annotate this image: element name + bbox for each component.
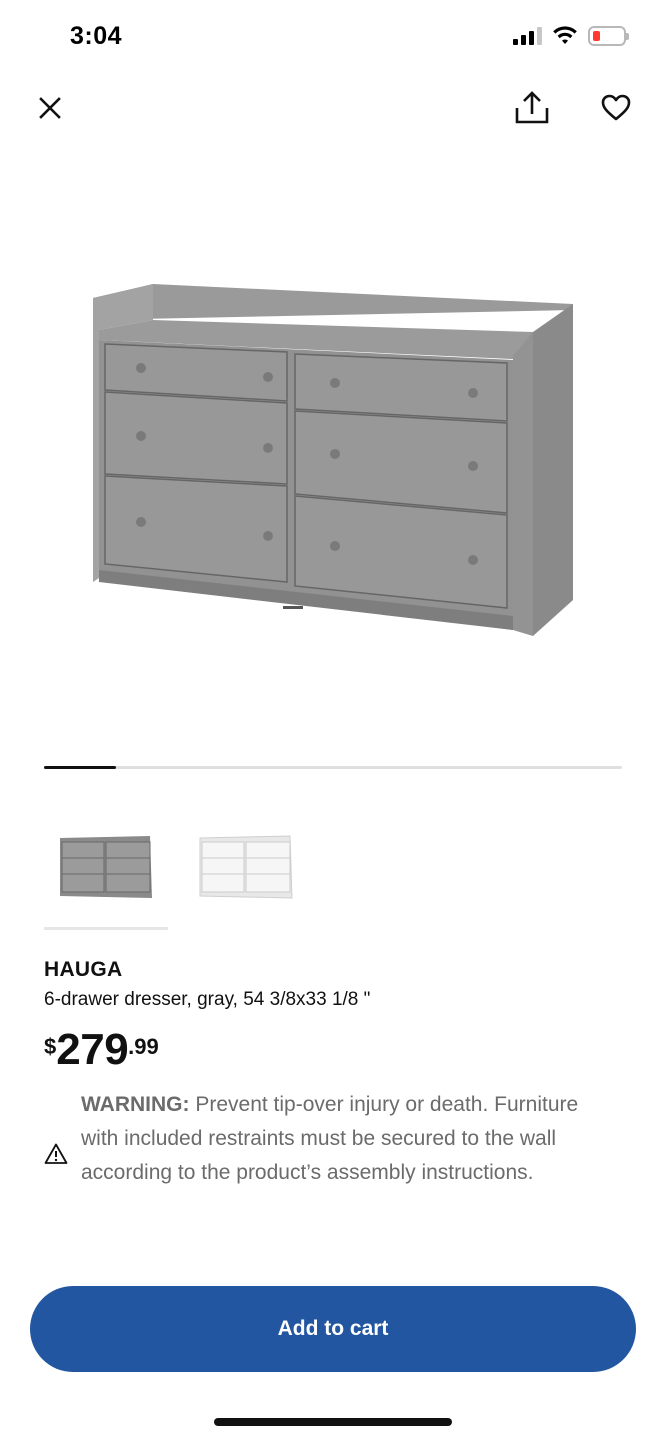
thumbnail-gray[interactable] — [44, 820, 168, 930]
heart-icon — [601, 94, 631, 121]
status-time: 3:04 — [70, 22, 123, 50]
warning-text: WARNING: Prevent tip-over injury or deat… — [81, 1088, 621, 1190]
warning-triangle-icon — [44, 1143, 68, 1164]
cellular-signal-icon — [513, 27, 542, 45]
thumbnail-selected-underline — [44, 927, 168, 930]
thumbnail-white[interactable] — [184, 820, 308, 930]
product-price: $ 279 .99 — [44, 1028, 159, 1072]
product-name: HAUGA — [44, 958, 123, 981]
favorite-button[interactable] — [594, 86, 638, 130]
home-indicator — [214, 1418, 452, 1426]
wifi-icon — [553, 26, 577, 44]
share-icon — [515, 91, 549, 124]
dresser-gray-thumbnail — [60, 836, 152, 898]
status-icons — [513, 26, 629, 46]
share-button[interactable] — [510, 86, 554, 130]
dresser-white-thumbnail — [199, 835, 293, 899]
close-button[interactable] — [28, 86, 72, 130]
top-nav — [0, 80, 666, 140]
gallery-progress-bar — [44, 766, 622, 769]
product-page: 3:04 HAUGA 6-drawer dresser, gray, 54 3/… — [0, 0, 666, 1440]
price-integer: 279 — [56, 1025, 129, 1074]
warning-label: WARNING: — [81, 1093, 190, 1116]
battery-level — [593, 31, 600, 41]
dresser-illustration — [93, 284, 573, 636]
price-currency: $ — [44, 1034, 57, 1059]
status-bar: 3:04 — [0, 0, 666, 76]
product-description: 6-drawer dresser, gray, 54 3/8x33 1/8 " — [44, 989, 371, 1010]
battery-low-icon — [588, 26, 629, 46]
product-image[interactable] — [0, 150, 666, 750]
add-to-cart-button[interactable]: Add to cart — [30, 1286, 636, 1372]
variant-thumbnails — [44, 820, 622, 930]
price-decimal: .99 — [128, 1034, 159, 1059]
close-icon — [39, 97, 61, 119]
gallery-progress-fill — [44, 766, 117, 769]
